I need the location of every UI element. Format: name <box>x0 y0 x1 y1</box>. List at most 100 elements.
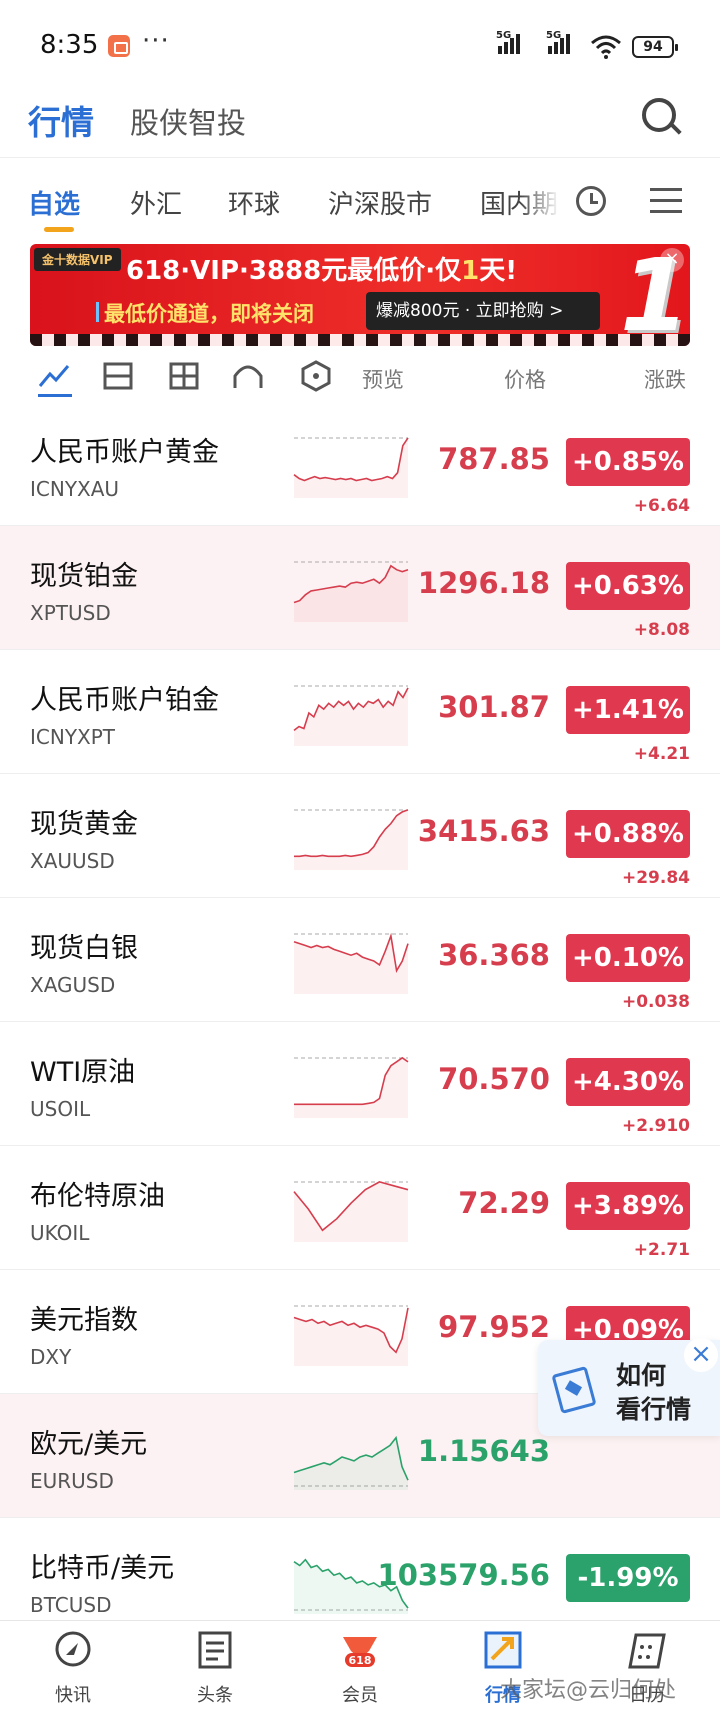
wifi-icon <box>591 35 621 59</box>
sparkline-line <box>293 437 409 482</box>
quote-name: 美元指数 <box>30 1305 138 1336</box>
help-card-close-icon[interactable]: × <box>684 1338 718 1372</box>
sparkline-chart <box>293 932 409 994</box>
nav-label: 会员 <box>342 1685 378 1706</box>
banner-checker-pattern <box>30 334 690 346</box>
quote-price: 70.570 <box>438 1062 550 1096</box>
quote-price: 3415.63 <box>417 814 550 848</box>
notification-app-icon <box>108 35 130 57</box>
quote-price: 1296.18 <box>417 566 550 600</box>
sparkline-area <box>294 809 408 870</box>
change-amount: +2.71 <box>633 1240 690 1260</box>
quote-code: BTCUSD <box>30 1593 112 1617</box>
quote-name: 人民币账户黄金 <box>30 437 219 468</box>
change-amount: +6.64 <box>633 496 690 516</box>
quote-row[interactable]: 人民币账户铂金 ICNYXPT 301.87 +1.41% +4.21 <box>0 650 720 774</box>
sparkline-chart <box>294 1056 409 1118</box>
quote-price: 97.952 <box>438 1310 550 1344</box>
banner-brand-tag: 金十数据VIP <box>34 248 121 271</box>
membership-icon: 618 <box>343 1637 377 1667</box>
header-tab-secondary[interactable]: 股侠智投 <box>130 100 246 142</box>
hexagon-view-icon[interactable] <box>300 360 332 392</box>
calendar-icon <box>628 1633 666 1669</box>
quote-name: 比特币/美元 <box>30 1553 175 1584</box>
quote-row[interactable]: 现货铂金 XPTUSD 1296.18 +0.63% +8.08 <box>0 526 720 650</box>
change-percent-badge[interactable]: +0.63% <box>566 562 690 610</box>
promo-banner[interactable]: 金十数据VIP 618·VIP·3888元最低价·仅1天! 最低价通道，即将关闭… <box>30 244 690 346</box>
quote-code: EURUSD <box>30 1469 114 1493</box>
clock-icon[interactable] <box>576 186 606 216</box>
change-percent-badge[interactable]: +0.10% <box>566 934 690 982</box>
help-card[interactable]: 如何 看行情 × <box>538 1338 720 1436</box>
quote-price: 787.85 <box>438 442 550 476</box>
change-amount: +8.08 <box>633 620 690 640</box>
quote-code: UKOIL <box>30 1221 90 1245</box>
sparkline-area <box>294 1307 408 1366</box>
more-notifications-icon: ··· <box>142 26 170 56</box>
sparkline-area <box>294 437 408 498</box>
change-amount: +29.84 <box>621 868 690 888</box>
list-column-header: 预览 价格 涨跌 <box>0 350 720 402</box>
sparkline-chart <box>293 1305 409 1366</box>
quote-price: 103579.56 <box>377 1558 550 1592</box>
quote-row[interactable]: WTI原油 USOIL 70.570 +4.30% +2.910 <box>0 1022 720 1146</box>
quote-name: 人民币账户铂金 <box>30 685 219 716</box>
quote-row[interactable]: 现货黄金 XAUUSD 3415.63 +0.88% +29.84 <box>0 774 720 898</box>
change-percent-badge[interactable]: +1.41% <box>566 686 690 734</box>
tab-global[interactable]: 环球 <box>228 184 280 221</box>
menu-icon[interactable] <box>650 188 682 214</box>
sparkline-chart <box>293 437 409 498</box>
change-percent-badge[interactable]: +0.85% <box>566 438 690 486</box>
quote-code: ICNYXAU <box>30 477 120 501</box>
status-time: 8:35 <box>40 30 99 60</box>
status-bar: 8:35 ··· 5G 5G 94 <box>0 0 720 92</box>
view-active-indicator <box>38 394 72 397</box>
column-preview: 预览 <box>362 368 404 392</box>
quote-row[interactable]: 现货白银 XAGUSD 36.368 +0.10% +0.038 <box>0 898 720 1022</box>
quote-row[interactable]: 人民币账户黄金 ICNYXAU 787.85 +0.85% +6.64 <box>0 402 720 526</box>
banner-buy-button[interactable]: 爆减800元 · 立即抢购 > <box>366 292 600 330</box>
page-title[interactable]: 行情 <box>28 96 94 144</box>
card-view-icon[interactable] <box>102 360 134 392</box>
quote-price: 1.15643 <box>417 1434 550 1468</box>
signal-icon-2: 5G <box>546 30 572 56</box>
change-amount: +0.038 <box>621 992 690 1012</box>
change-percent-badge[interactable]: +0.88% <box>566 810 690 858</box>
help-card-line2: 看行情 <box>616 1395 692 1424</box>
nav-headlines[interactable]: 头条 <box>160 1629 270 1707</box>
sparkline-chart <box>294 809 409 870</box>
tab-watchlist[interactable]: 自选 <box>28 184 80 221</box>
tab-a-shares[interactable]: 沪深股市 <box>328 184 432 221</box>
quote-name: 现货白银 <box>30 933 138 964</box>
tab-forex[interactable]: 外汇 <box>130 184 182 221</box>
quote-name: WTI原油 <box>30 1057 136 1088</box>
sparkline-chart <box>293 1435 409 1490</box>
change-percent-badge[interactable]: -1.99% <box>566 1554 690 1602</box>
line-chart-view-icon[interactable] <box>38 360 70 392</box>
headset-view-icon[interactable] <box>232 360 264 392</box>
quote-code: XAUUSD <box>30 849 115 873</box>
grid-view-icon[interactable] <box>168 360 200 392</box>
quote-code: DXY <box>30 1345 72 1369</box>
change-percent-badge[interactable]: +3.89% <box>566 1182 690 1230</box>
tab-active-indicator <box>44 227 74 232</box>
help-card-line1: 如何 <box>616 1361 667 1390</box>
quote-code: ICNYXPT <box>30 725 116 749</box>
banner-close-icon[interactable]: × <box>660 248 684 272</box>
column-change[interactable]: 涨跌 <box>644 364 686 394</box>
nav-membership[interactable]: 618 会员 <box>305 1629 415 1707</box>
column-price[interactable]: 价格 <box>504 364 546 394</box>
quote-name: 欧元/美元 <box>30 1429 148 1460</box>
quote-name: 现货铂金 <box>30 561 138 592</box>
search-icon[interactable] <box>642 98 676 132</box>
market-icon <box>484 1631 522 1669</box>
change-percent-badge[interactable]: +4.30% <box>566 1058 690 1106</box>
quote-row[interactable]: 布伦特原油 UKOIL 72.29 +3.89% +2.71 <box>0 1146 720 1270</box>
quote-price: 36.368 <box>438 938 550 972</box>
sparkline-area <box>294 935 408 994</box>
header-divider <box>0 157 720 158</box>
nav-flash-news[interactable]: 快讯 <box>18 1629 128 1707</box>
battery-icon: 94 <box>632 36 678 58</box>
tab-fade <box>520 180 560 230</box>
sparkline-area <box>294 565 408 622</box>
